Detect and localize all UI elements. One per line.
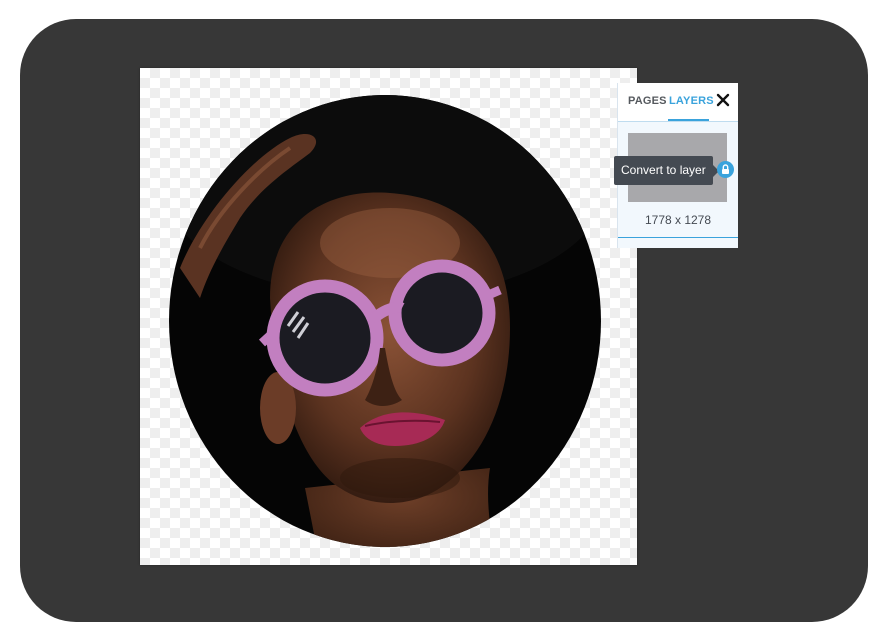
tab-layers[interactable]: LAYERS	[669, 95, 714, 107]
panel-tab-bar: PAGES LAYERS	[618, 83, 738, 122]
tab-pages[interactable]: PAGES	[628, 95, 667, 107]
lock-icon[interactable]	[717, 161, 734, 178]
editor-window	[20, 19, 868, 622]
convert-to-layer-tooltip: Convert to layer	[614, 156, 719, 185]
layer-dimensions: 1778 x 1278	[644, 213, 712, 227]
active-tab-indicator	[668, 119, 709, 121]
portrait-photo[interactable]	[140, 68, 637, 565]
design-canvas[interactable]	[140, 68, 637, 565]
close-icon[interactable]	[715, 92, 731, 108]
layers-panel: PAGES LAYERS Convert to layer 1778 x 127…	[614, 83, 738, 248]
panel-divider	[618, 237, 738, 238]
